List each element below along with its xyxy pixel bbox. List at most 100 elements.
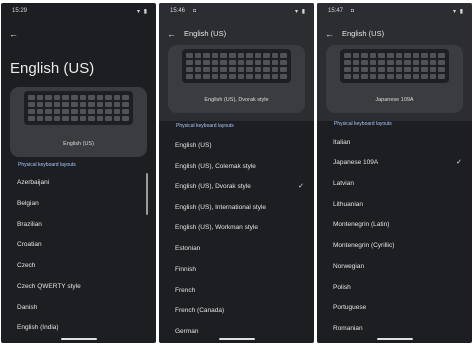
keyboard-key xyxy=(211,53,219,58)
status-time: 15:29 xyxy=(12,8,28,14)
keyboard-key xyxy=(228,74,236,79)
keyboard-key xyxy=(194,74,202,79)
keyboard-key xyxy=(105,95,112,100)
notification-icon: ◘ xyxy=(193,8,197,14)
back-arrow-icon[interactable]: ← xyxy=(167,29,176,39)
list-item[interactable]: French (Canada) xyxy=(175,304,304,318)
keyboard-key xyxy=(429,67,437,72)
notification-icon: ◘ xyxy=(351,8,355,14)
back-arrow-icon[interactable]: ← xyxy=(9,29,18,39)
back-arrow-icon[interactable]: ← xyxy=(325,29,334,39)
keyboard-key xyxy=(378,53,385,58)
home-indicator[interactable] xyxy=(60,338,97,340)
keyboard-key xyxy=(361,60,368,65)
list-item[interactable]: Czech xyxy=(17,259,146,273)
list-item-selected[interactable]: Japanese 109A ✓ xyxy=(333,156,462,170)
list-item[interactable]: Polish xyxy=(333,281,462,295)
list-item[interactable]: Estonian xyxy=(175,242,304,256)
keyboard-key xyxy=(263,53,270,58)
list-item-selected[interactable]: English (US), Dvorak style ✓ xyxy=(175,180,304,194)
keyboard-key xyxy=(105,109,112,114)
keyboard-key xyxy=(28,109,35,114)
keyboard-key xyxy=(53,109,61,114)
check-icon: ✓ xyxy=(456,159,462,166)
list-item[interactable]: Finnish xyxy=(175,263,304,277)
keyboard-key xyxy=(421,67,428,72)
keyboard-key xyxy=(271,53,279,58)
keyboard-key xyxy=(79,109,87,114)
keyboard-key xyxy=(220,53,227,58)
keyboard-key xyxy=(438,60,445,65)
status-icons: ▾ ▮ xyxy=(453,9,464,15)
list-item[interactable]: Lithuanian xyxy=(333,198,462,212)
keyboard-key xyxy=(280,74,287,79)
list-item[interactable]: French xyxy=(175,284,304,298)
keyboard-key xyxy=(237,60,245,65)
phone-screen-2: 15:46 ◘ ▾ ▮ ← English (US) English (US),… xyxy=(159,3,314,343)
keyboard-key xyxy=(36,102,44,107)
list-item[interactable]: German xyxy=(175,325,304,339)
keyboard-key xyxy=(369,60,377,65)
home-indicator[interactable] xyxy=(376,338,413,340)
keyboard-preview-card: English (US), Dvorak style xyxy=(168,45,305,113)
list-item[interactable]: Norwegian xyxy=(333,260,462,274)
list-item[interactable]: Danish xyxy=(17,301,146,315)
keyboard-key xyxy=(28,116,35,121)
list-item[interactable]: English (US), Colemak style xyxy=(175,160,304,174)
scrollbar[interactable] xyxy=(146,173,148,215)
list-item[interactable]: Montenegrin (Cyrillic) xyxy=(333,239,462,253)
keyboard-key xyxy=(246,60,253,65)
list-item[interactable]: Latvian xyxy=(333,177,462,191)
list-item[interactable]: Belgian xyxy=(17,197,146,211)
keyboard-key xyxy=(45,116,52,121)
keyboard-key xyxy=(88,116,95,121)
keyboard-layout-label: English (US) xyxy=(63,141,94,147)
keyboard-key xyxy=(271,74,279,79)
list-item[interactable]: Portuguese xyxy=(333,301,462,315)
list-item[interactable]: Montenegrin (Latin) xyxy=(333,218,462,232)
list-item[interactable]: Croatian xyxy=(17,238,146,252)
keyboard-key xyxy=(386,60,394,65)
keyboard-key xyxy=(70,95,78,100)
keyboard-key xyxy=(203,53,210,58)
keyboard-key xyxy=(45,102,52,107)
keyboard-key xyxy=(194,67,202,72)
keyboard-key xyxy=(194,60,202,65)
list-item[interactable]: English (US) xyxy=(175,139,304,153)
list-item[interactable]: Czech QWERTY style xyxy=(17,280,146,294)
keyboard-key xyxy=(378,60,385,65)
keyboard-key xyxy=(53,95,61,100)
list-item[interactable]: English (US), International style xyxy=(175,201,304,215)
keyboard-key xyxy=(246,67,253,72)
keyboard-key xyxy=(62,116,69,121)
keyboard-key xyxy=(429,53,437,58)
keyboard-key xyxy=(369,53,377,58)
keyboard-key xyxy=(36,109,44,114)
keyboard-key xyxy=(62,102,69,107)
keyboard-key xyxy=(96,102,104,107)
list-item[interactable]: Romanian xyxy=(333,322,462,336)
keyboard-key xyxy=(412,53,420,58)
list-item[interactable]: English (US), Workman style xyxy=(175,221,304,235)
keyboard-key xyxy=(404,67,411,72)
keyboard-key xyxy=(378,67,385,72)
keyboard-key xyxy=(79,102,87,107)
keyboard-key xyxy=(237,53,245,58)
keyboard-key xyxy=(186,60,193,65)
keyboard-key xyxy=(412,74,420,79)
status-bar: 15:46 ◘ ▾ ▮ xyxy=(167,8,306,18)
list-item[interactable]: Brazilian xyxy=(17,218,146,232)
list-item[interactable]: English (India) xyxy=(17,321,146,335)
keyboard-key xyxy=(211,67,219,72)
keyboard-key xyxy=(271,67,279,72)
list-item[interactable]: Azerbaijani xyxy=(17,176,146,190)
status-icons: ▾ ▮ xyxy=(295,9,306,15)
keyboard-key xyxy=(254,60,262,65)
keyboard-preview-image xyxy=(24,91,133,125)
keyboard-key xyxy=(203,74,210,79)
keyboard-key xyxy=(361,53,368,58)
list-item[interactable]: Italian xyxy=(333,136,462,150)
keyboard-key xyxy=(438,67,445,72)
home-indicator[interactable] xyxy=(218,338,255,340)
keyboard-key xyxy=(386,53,394,58)
